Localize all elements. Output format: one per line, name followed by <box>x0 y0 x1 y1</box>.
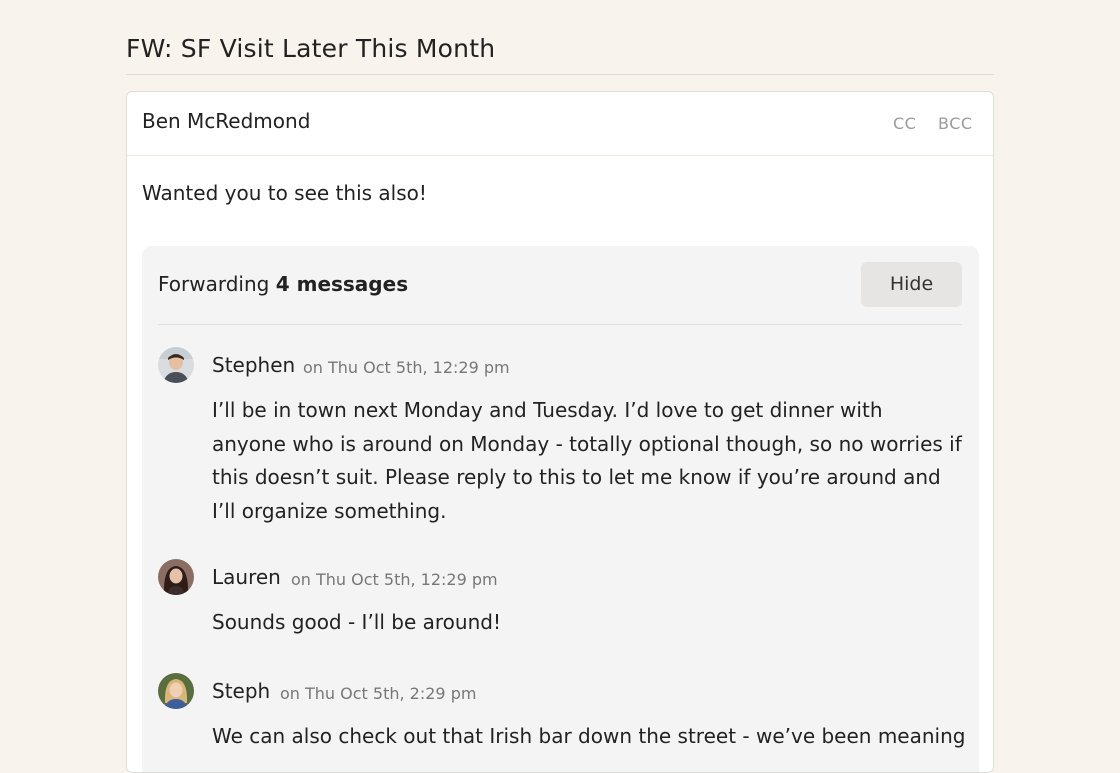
sender-name: Steph <box>212 679 271 703</box>
message-timestamp: on Thu Oct 5th, 12:29 pm <box>291 570 498 589</box>
recipient-row[interactable]: Ben McRedmond CC BCC <box>127 92 993 156</box>
hide-button[interactable]: Hide <box>861 262 962 307</box>
forwarding-summary: Forwarding 4 messages <box>158 272 408 296</box>
divider <box>126 74 994 75</box>
message-text: We can also check out that Irish bar dow… <box>212 724 966 748</box>
avatar <box>158 347 194 383</box>
message-timestamp: on Thu Oct 5th, 12:29 pm <box>303 358 510 377</box>
sender-name: Stephen <box>212 353 296 377</box>
message-text: I’ll be in town next Monday and Tuesday.… <box>212 398 962 523</box>
forwarding-count: 4 messages <box>275 272 409 296</box>
message-timestamp: on Thu Oct 5th, 2:29 pm <box>280 684 477 703</box>
avatar <box>158 673 194 709</box>
cc-button[interactable]: CC <box>893 114 916 133</box>
compose-view: FW: SF Visit Later This Month Ben McRedm… <box>126 0 994 773</box>
bcc-button[interactable]: BCC <box>938 114 973 133</box>
forwarding-prefix: Forwarding <box>158 272 270 296</box>
message-body[interactable]: Wanted you to see this also! <box>142 181 427 205</box>
recipient-name[interactable]: Ben McRedmond <box>142 109 310 133</box>
avatar <box>158 559 194 595</box>
sender-name: Lauren <box>212 565 281 589</box>
message-text: Sounds good - I’ll be around! <box>212 610 501 634</box>
divider <box>158 324 962 325</box>
forwarded-messages-panel: Forwarding 4 messages Hide Stephen on Th… <box>142 246 979 772</box>
compose-card: Ben McRedmond CC BCC Wanted you to see t… <box>126 91 994 773</box>
subject-title[interactable]: FW: SF Visit Later This Month <box>126 34 495 63</box>
